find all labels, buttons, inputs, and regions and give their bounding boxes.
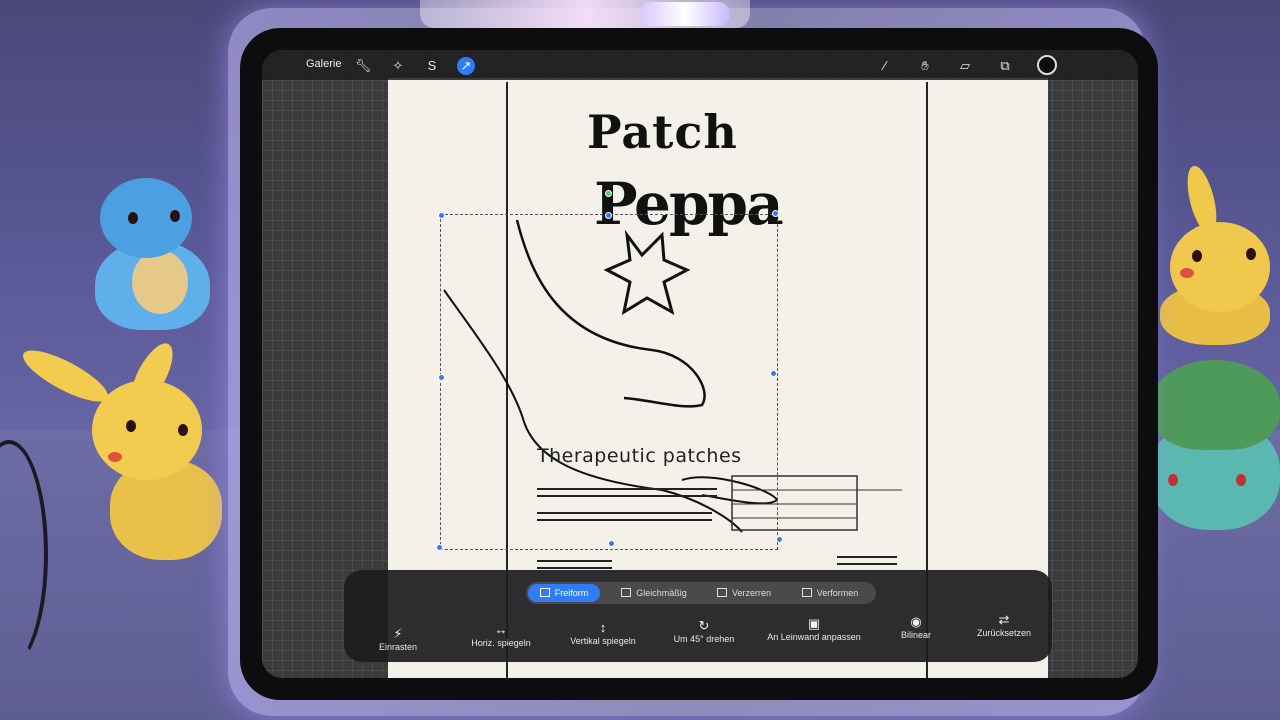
interpolation-icon: ◉	[910, 614, 922, 629]
transform-toolbar: Freiform Gleichmäßig Verzerren Verformen…	[344, 570, 1052, 662]
smudge-icon[interactable]: ✋︎	[916, 57, 934, 75]
flip-horizontal-button[interactable]: ↔ Horiz. spiegeln	[451, 622, 551, 648]
transform-handle-bottom[interactable]	[608, 540, 615, 547]
eraser-icon[interactable]: ▱	[956, 57, 974, 75]
brush-icon[interactable]: ∕	[876, 57, 894, 75]
interpolation-button[interactable]: ◉ Bilinear	[866, 614, 966, 640]
transform-handle-top-left[interactable]	[438, 212, 445, 219]
transform-handle-bottom-left[interactable]	[436, 544, 443, 551]
gallery-button[interactable]: Galerie	[306, 58, 341, 70]
transform-handle-left[interactable]	[438, 374, 445, 381]
ipad-screen: Patch Peppa Therapeutic patches Galerie …	[262, 50, 1138, 678]
mode-warp[interactable]: Verformen	[790, 584, 870, 602]
flip-vertical-button[interactable]: ↕ Vertikal spiegeln	[553, 620, 653, 646]
fit-canvas-button[interactable]: ▣ An Leinwand anpassen	[756, 616, 872, 642]
top-toolbar: Galerie 🔧︎ ✧ S ↗ ∕ ✋︎ ▱ ⧉	[262, 50, 1138, 80]
wrench-icon[interactable]: 🔧︎	[354, 57, 372, 75]
color-swatch-icon[interactable]	[1037, 55, 1057, 75]
transform-handle-top[interactable]	[605, 212, 612, 219]
magic-wand-icon[interactable]: ✧	[389, 57, 407, 75]
flip-horizontal-icon: ↔	[494, 622, 508, 637]
snap-button[interactable]: ⚡︎ Einrasten	[348, 626, 448, 652]
fit-canvas-icon: ▣	[807, 616, 821, 631]
transform-handle-right[interactable]	[770, 370, 777, 377]
layers-icon[interactable]: ⧉	[996, 57, 1014, 75]
mode-freeform[interactable]: Freiform	[528, 584, 600, 602]
pencil-holder	[640, 2, 730, 26]
mode-distort[interactable]: Verzerren	[706, 584, 782, 602]
reset-button[interactable]: ⇄ Zurücksetzen	[954, 612, 1054, 638]
rotate-icon: ↻	[698, 618, 710, 633]
transform-arrow-icon[interactable]: ↗	[457, 57, 475, 75]
rotation-handle[interactable]	[605, 190, 612, 197]
artwork-scribble-line	[837, 556, 897, 565]
mode-uniform[interactable]: Gleichmäßig	[614, 584, 694, 602]
artwork-scribble-line	[537, 560, 612, 569]
transform-handle-bottom-right[interactable]	[776, 536, 783, 543]
flip-vertical-icon: ↕	[599, 620, 607, 635]
rotate-45-button[interactable]: ↻ Um 45° drehen	[654, 618, 754, 644]
selection-s-icon[interactable]: S	[423, 57, 441, 75]
snap-icon: ⚡︎	[393, 626, 403, 641]
reset-icon: ⇄	[998, 612, 1010, 627]
transform-handle-top-right[interactable]	[772, 210, 779, 217]
transform-mode-switcher: Freiform Gleichmäßig Verzerren Verformen	[526, 582, 876, 604]
transform-selection-box[interactable]	[440, 214, 778, 550]
